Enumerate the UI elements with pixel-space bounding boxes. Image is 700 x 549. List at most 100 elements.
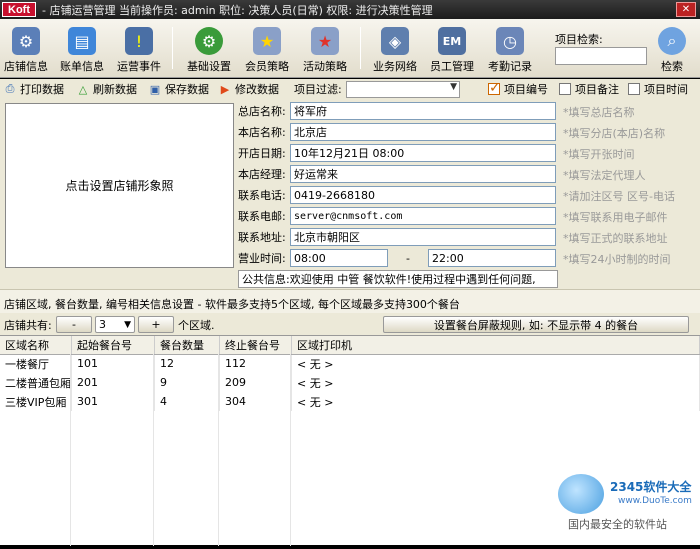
email-input[interactable]: server@cnmsoft.com — [290, 207, 556, 225]
time-separator: - — [406, 251, 410, 265]
refresh-button[interactable]: △ 刷新数据 — [76, 81, 137, 97]
open-date-label: 开店日期: — [238, 147, 286, 160]
window-title: - 店铺运营管理 当前操作员: admin 职位: 决策人员(日常) 权限: 进… — [42, 3, 433, 17]
area-count-select[interactable]: 3 ▼ — [95, 316, 135, 333]
filter-dropdown[interactable]: ▼ — [346, 81, 460, 98]
cell-end-no[interactable]: 304 — [219, 392, 292, 411]
area-unit-label: 个区域. — [178, 319, 215, 332]
cell-area-printer[interactable]: < 无 > — [291, 373, 700, 392]
network-icon: ◈ — [381, 27, 409, 55]
save-icon: ▣ — [149, 82, 161, 96]
toolbar-business-network[interactable]: ◈ 业务网络 — [370, 27, 420, 77]
hq-name-label: 总店名称: — [238, 105, 286, 118]
watermark-url: www.DuoTe.com — [618, 496, 692, 506]
close-time-input[interactable]: 22:00 — [428, 249, 556, 267]
chevron-down-icon: ▼ — [124, 319, 131, 330]
cell-start-no[interactable]: 301 — [71, 392, 155, 411]
search-input[interactable] — [555, 47, 647, 65]
cell-end-no[interactable]: 209 — [219, 373, 292, 392]
checkbox-label: 项目时间 — [644, 83, 688, 96]
checkmark-icon: ✓ — [488, 80, 501, 96]
event-icon: ! — [125, 27, 153, 55]
chevron-down-icon: ▼ — [450, 82, 457, 92]
hours-hint: *填写24小时制的时间 — [563, 253, 671, 266]
cell-table-count[interactable]: 12 — [154, 354, 220, 373]
toolbar-basic-settings[interactable]: ⚙ 基础设置 — [184, 27, 234, 77]
open-date-hint: *填写开张时间 — [563, 148, 635, 161]
search-label: 项目检索: — [555, 33, 603, 46]
address-input[interactable]: 北京市朝阳区 — [290, 228, 556, 246]
member-star-icon: ★ — [253, 27, 281, 55]
checkbox-project-time[interactable]: 项目时间 — [628, 81, 688, 97]
cell-table-count[interactable]: 9 — [154, 373, 220, 392]
checkbox-project-note[interactable]: 项目备注 — [559, 81, 619, 97]
cell-area-printer[interactable]: < 无 > — [291, 392, 700, 411]
save-button[interactable]: ▣ 保存数据 — [148, 81, 209, 97]
grid-line — [70, 354, 71, 546]
toolbar-label: 业务网络 — [373, 60, 417, 73]
col-area-name[interactable]: 区域名称 — [0, 336, 72, 355]
mascot-icon — [558, 474, 604, 514]
branch-name-label: 本店名称: — [238, 126, 286, 139]
manager-input[interactable]: 好运常来 — [290, 165, 556, 183]
toolbar-store-info[interactable]: ⚙ 店铺信息 — [2, 27, 50, 77]
edit-button[interactable]: ▶ 修改数据 — [218, 81, 279, 97]
toolbar-label: 活动策略 — [303, 60, 347, 73]
toolbar-member-policy[interactable]: ★ 会员策略 — [242, 27, 292, 77]
toolbar-events[interactable]: ! 运营事件 — [114, 27, 164, 77]
open-time-input[interactable]: 08:00 — [290, 249, 388, 267]
store-photo-area[interactable]: 点击设置店铺形象照 — [5, 103, 234, 268]
search-icon: ⌕ — [658, 27, 686, 55]
col-table-count[interactable]: 餐台数量 — [154, 336, 220, 355]
checkbox-box — [559, 83, 571, 95]
cell-area-name[interactable]: 一楼餐厅 — [0, 354, 72, 373]
cell-area-name[interactable]: 三楼VIP包厢 — [0, 392, 72, 411]
toolbar-bill-info[interactable]: ▤ 账单信息 — [58, 27, 106, 77]
watermark-slogan: 国内最安全的软件站 — [568, 518, 667, 531]
toolbar-search-button[interactable]: ⌕ 检索 — [652, 27, 692, 77]
table-mask-rule-button[interactable]: 设置餐台屏蔽规则, 如: 不显示带 4 的餐台 — [383, 316, 689, 333]
toolbar-label: 基础设置 — [187, 60, 231, 73]
col-start-no[interactable]: 起始餐台号 — [71, 336, 155, 355]
toolbar-label: 账单信息 — [60, 60, 104, 73]
increase-area-button[interactable]: + — [138, 316, 174, 333]
print-icon: ⎙ — [5, 82, 15, 95]
cell-start-no[interactable]: 201 — [71, 373, 155, 392]
branch-name-input[interactable]: 北京店 — [290, 123, 556, 141]
activity-star-icon: ★ — [311, 27, 339, 55]
table-row[interactable]: 一楼餐厅 101 12 112 < 无 > — [0, 354, 700, 373]
address-hint: *填写正式的联系地址 — [563, 232, 668, 245]
toolbar-employee-mgmt[interactable]: EM 员工管理 — [427, 27, 477, 77]
print-button[interactable]: ⎙ 打印数据 — [3, 81, 64, 97]
close-button[interactable]: ✕ — [676, 2, 696, 17]
area-count-label: 店铺共有: — [4, 319, 52, 332]
notice-ticker: 公共信息:欢迎使用 中管 餐饮软件!使用过程中遇到任何问题, — [238, 270, 558, 288]
toolbar-label: 考勤记录 — [488, 60, 532, 73]
toolbar-separator — [172, 27, 173, 69]
decrease-area-button[interactable]: - — [56, 316, 92, 333]
phone-label: 联系电话: — [238, 189, 286, 202]
col-area-printer[interactable]: 区域打印机 — [291, 336, 700, 355]
table-row[interactable]: 三楼VIP包厢 301 4 304 < 无 > — [0, 392, 700, 411]
table-row[interactable]: 二楼普通包厢 201 9 209 < 无 > — [0, 373, 700, 392]
hours-row: 营业时间: 08:00 - 22:00 — [238, 248, 556, 268]
phone-input[interactable]: 0419-2668180 — [290, 186, 556, 204]
email-row: 联系电邮: server@cnmsoft.com — [238, 206, 556, 226]
cell-table-count[interactable]: 4 — [154, 392, 220, 411]
branch-name-row: 本店名称: 北京店 — [238, 122, 556, 142]
cell-area-name[interactable]: 二楼普通包厢 — [0, 373, 72, 392]
cell-area-printer[interactable]: < 无 > — [291, 354, 700, 373]
notice-row: 公共信息:欢迎使用 中管 餐饮软件!使用过程中遇到任何问题, — [238, 269, 558, 289]
cell-end-no[interactable]: 112 — [219, 354, 292, 373]
cell-start-no[interactable]: 101 — [71, 354, 155, 373]
toolbar-attendance[interactable]: ◷ 考勤记录 — [485, 27, 535, 77]
toolbar-label: 检索 — [661, 60, 683, 73]
phone-hint: *请加注区号 区号-电话 — [563, 190, 675, 203]
open-date-input[interactable]: 10年12月21日 08:00 — [290, 144, 556, 162]
checkbox-project-code[interactable]: ✓ 项目编号 — [488, 81, 548, 97]
hq-name-input[interactable]: 将军府 — [290, 102, 556, 120]
store-info-panel: 点击设置店铺形象照 总店名称: 将军府 *填写总店名称 本店名称: 北京店 *填… — [0, 99, 700, 289]
table-header-row: 区域名称 起始餐台号 餐台数量 终止餐台号 区域打印机 — [0, 336, 700, 355]
toolbar-activity-policy[interactable]: ★ 活动策略 — [300, 27, 350, 77]
col-end-no[interactable]: 终止餐台号 — [219, 336, 292, 355]
